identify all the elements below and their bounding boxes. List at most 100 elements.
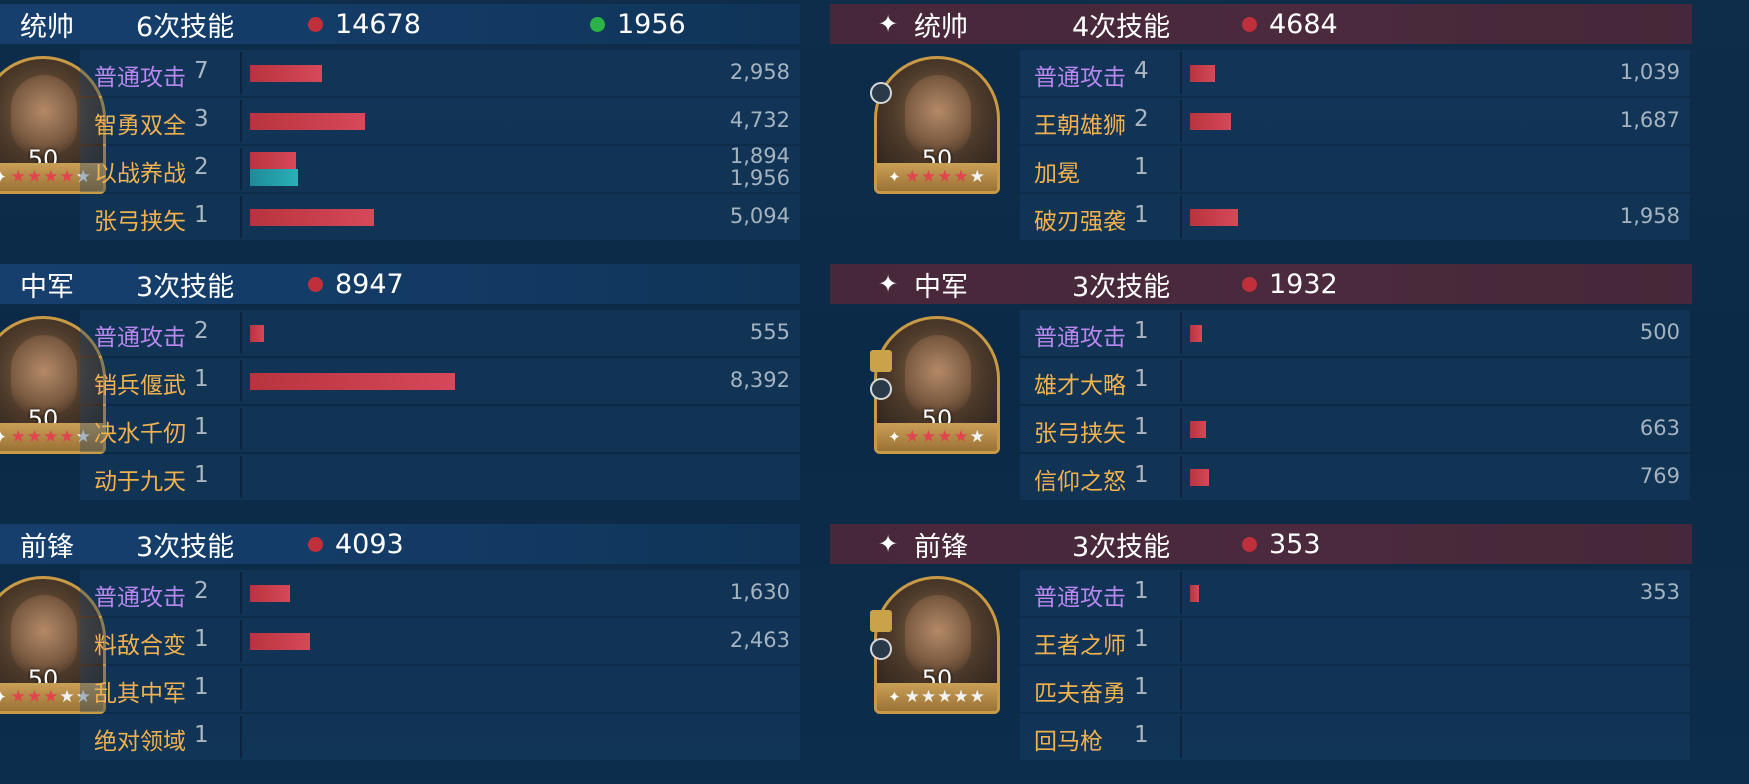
helmet-icon — [870, 350, 892, 372]
skill-times: 1 — [1134, 578, 1149, 604]
skill-times: 1 — [1134, 366, 1149, 392]
damage-total: 14678 — [308, 9, 421, 40]
sparkle-icon: ✦ — [878, 10, 899, 38]
skill-name: 匹夫奋勇 — [1034, 681, 1126, 707]
star-icon: ★ — [953, 687, 970, 707]
skill-name: 王者之师 — [1034, 633, 1126, 659]
star-icon: ★ — [43, 167, 60, 187]
star-icon: ★ — [59, 167, 76, 187]
star-icon: ★ — [904, 167, 921, 187]
general-portrait[interactable]: 50 ✦★★★★★ — [874, 56, 1000, 194]
star-icon: ★ — [937, 167, 954, 187]
red-dot-icon — [308, 276, 323, 292]
damage-number: 2,958 — [729, 60, 790, 84]
divider — [240, 360, 242, 402]
rank-mark-icon: ✦ — [888, 168, 902, 186]
section-header: 中军 3次技能 8947 — [0, 264, 800, 304]
heal-bar — [250, 169, 298, 186]
divider — [240, 312, 242, 354]
skill-row: 破刃强袭 1 1,958 — [1020, 194, 1690, 240]
skill-count: 3次技能 — [136, 531, 235, 563]
skill-name: 动于九天 — [94, 469, 186, 495]
damage-total: 8947 — [308, 269, 404, 300]
damage-bar — [1190, 469, 1209, 486]
damage-number: 5,094 — [729, 204, 790, 228]
damage-number: 1,039 — [1619, 60, 1680, 84]
divider — [240, 52, 242, 94]
left-section-前锋: 前锋 3次技能 4093 50 ✦★★★★★ 普通攻击 2 1,630 料敌合变… — [0, 520, 800, 780]
skill-name: 加冕 — [1034, 161, 1080, 187]
divider — [240, 716, 242, 758]
damage-bar — [1190, 585, 1199, 602]
divider — [240, 408, 242, 450]
skill-times: 1 — [1134, 722, 1149, 748]
tank-icon — [870, 638, 892, 660]
divider — [240, 196, 242, 238]
skill-times: 1 — [1134, 414, 1149, 440]
skill-row: 乱其中军 1 — [80, 666, 800, 712]
skill-name: 普通攻击 — [1034, 585, 1126, 611]
role-label: 前锋 — [20, 531, 74, 563]
skill-times: 1 — [194, 722, 209, 748]
damage-number: 353 — [1639, 580, 1680, 604]
star-rating: ✦★★★★★ — [877, 163, 997, 191]
heal-number: 1,956 — [729, 166, 790, 190]
divider — [1180, 408, 1182, 450]
skill-row: 回马枪 1 — [1020, 714, 1690, 760]
skill-count: 3次技能 — [1072, 271, 1171, 303]
divider — [240, 456, 242, 498]
divider — [1180, 52, 1182, 94]
general-face — [11, 75, 77, 155]
helmet-icon — [870, 610, 892, 632]
skill-row: 张弓挟矢 1 5,094 — [80, 194, 800, 240]
left-section-中军: 中军 3次技能 8947 50 ✦★★★★★ 普通攻击 2 555 销兵偃武 1… — [0, 260, 800, 520]
damage-number: 4,732 — [729, 108, 790, 132]
damage-number: 663 — [1639, 416, 1680, 440]
star-icon: ★ — [26, 427, 44, 447]
damage-total: 4093 — [308, 529, 404, 560]
damage-number: 1,630 — [729, 580, 790, 604]
general-portrait[interactable]: 50 ✦★★★★★ — [874, 576, 1000, 714]
damage-number: 769 — [1639, 464, 1680, 488]
role-label: 中军 — [914, 271, 968, 303]
damage-bar — [250, 113, 365, 130]
damage-number: 500 — [1639, 320, 1680, 344]
damage-bar — [250, 585, 290, 602]
star-icon: ★ — [920, 687, 938, 707]
skill-times: 2 — [194, 578, 209, 604]
damage-bar — [1190, 421, 1206, 438]
skill-row: 王者之师 1 — [1020, 618, 1690, 664]
general-face — [11, 335, 77, 415]
skill-row: 加冕 1 — [1020, 146, 1690, 192]
star-icon: ★ — [26, 167, 44, 187]
skill-row: 普通攻击 2 555 — [80, 310, 800, 356]
skill-name: 普通攻击 — [94, 325, 186, 351]
tank-icon — [870, 82, 892, 104]
heal-total: 1956 — [590, 9, 686, 40]
skill-name: 以战养战 — [94, 161, 186, 187]
divider — [1180, 100, 1182, 142]
general-portrait[interactable]: 50 ✦★★★★★ — [874, 316, 1000, 454]
skill-name: 普通攻击 — [1034, 325, 1126, 351]
skill-times: 7 — [194, 58, 209, 84]
star-icon: ★ — [904, 687, 921, 707]
star-icon: ★ — [59, 687, 76, 707]
divider — [1180, 572, 1182, 614]
damage-number: 2,463 — [729, 628, 790, 652]
star-icon: ★ — [920, 427, 938, 447]
skill-times: 1 — [194, 674, 209, 700]
general-face — [11, 595, 77, 675]
skill-name: 普通攻击 — [94, 585, 186, 611]
rank-mark-icon: ✦ — [0, 168, 8, 186]
divider — [1180, 456, 1182, 498]
damage-number: 8,392 — [729, 368, 790, 392]
skill-times: 2 — [194, 318, 209, 344]
red-dot-icon — [308, 16, 323, 32]
skill-times: 1 — [1134, 626, 1149, 652]
skill-times: 1 — [194, 366, 209, 392]
role-label: 统帅 — [914, 11, 968, 43]
section-header: ✦ 前锋 3次技能 353 — [830, 524, 1692, 564]
skill-name: 普通攻击 — [1034, 65, 1126, 91]
skill-row: 料敌合变 1 2,463 — [80, 618, 800, 664]
damage-value: 4684 — [1269, 8, 1338, 40]
